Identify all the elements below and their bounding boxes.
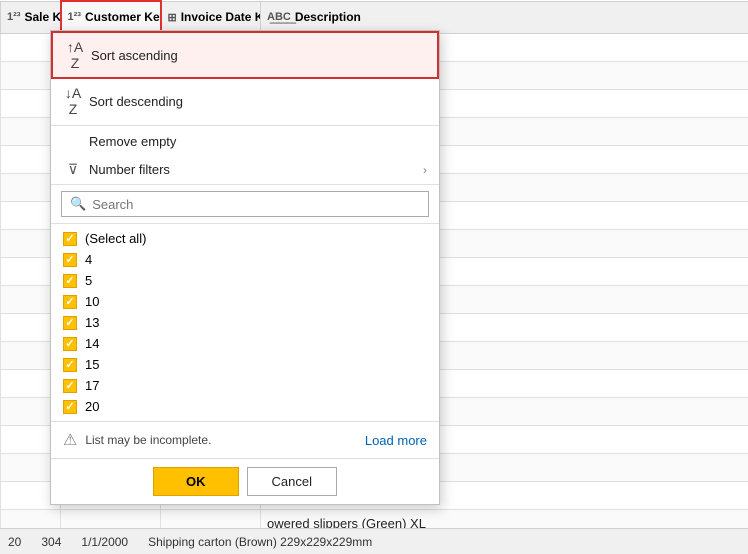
- status-customer: 304: [41, 535, 61, 549]
- sale-key-label: Sale Key: [24, 10, 60, 24]
- checkbox-item[interactable]: ✓ 10: [51, 291, 439, 312]
- sort-ascending-label: Sort ascending: [91, 48, 178, 63]
- invoice-date-icon: ⊞: [168, 11, 177, 24]
- status-sale: 20: [8, 535, 21, 549]
- sort-descending-label: Sort descending: [89, 94, 183, 109]
- status-description: Shipping carton (Brown) 229x229x229mm: [148, 535, 372, 549]
- checkbox-icon: ✓: [63, 253, 77, 267]
- checkbox-item[interactable]: ✓ 17: [51, 375, 439, 396]
- description-label: Description: [295, 10, 361, 24]
- checkbox-item[interactable]: ✓ 13: [51, 312, 439, 333]
- checkbox-icon: ✓: [63, 295, 77, 309]
- checkbox-icon: ✓: [63, 232, 77, 246]
- incomplete-text: List may be incomplete.: [85, 433, 211, 447]
- checkbox-label: 5: [85, 273, 92, 288]
- checkbox-label: 10: [85, 294, 99, 309]
- load-more-link[interactable]: Load more: [365, 433, 427, 448]
- ok-button[interactable]: OK: [153, 467, 239, 496]
- checkbox-label: 13: [85, 315, 99, 330]
- checkbox-item[interactable]: ✓ 14: [51, 333, 439, 354]
- checkbox-label: 17: [85, 378, 99, 393]
- description-icon: A͟B͟C͟: [267, 11, 291, 23]
- checkmark: ✓: [65, 295, 74, 308]
- status-bar: 20 304 1/1/2000 Shipping carton (Brown) …: [0, 528, 748, 554]
- status-invoice: 1/1/2000: [81, 535, 128, 549]
- customer-key-icon: 1²³: [68, 11, 81, 23]
- checkbox-item[interactable]: ✓ 15: [51, 354, 439, 375]
- checkbox-icon: ✓: [63, 316, 77, 330]
- checkbox-icon: ✓: [63, 400, 77, 414]
- checkbox-icon: ✓: [63, 274, 77, 288]
- checkbox-label: (Select all): [85, 231, 146, 246]
- divider-1: [51, 125, 439, 126]
- checkbox-item[interactable]: ✓ 5: [51, 270, 439, 291]
- checkbox-item[interactable]: ✓ 20: [51, 396, 439, 417]
- number-filters-arrow: ›: [423, 163, 427, 177]
- invoice-date-label: Invoice Date Key: [181, 10, 261, 24]
- search-box[interactable]: 🔍: [61, 191, 429, 217]
- checkbox-label: 15: [85, 357, 99, 372]
- number-filters-item[interactable]: ⊽ Number filters ›: [51, 155, 439, 184]
- sort-descending-item[interactable]: ↓AZ Sort descending: [51, 79, 439, 123]
- sort-descending-icon: ↓AZ: [63, 85, 83, 117]
- filter-icon: ⊽: [63, 161, 83, 178]
- incomplete-bar: ⚠ List may be incomplete. Load more: [51, 421, 439, 458]
- checkmark: ✓: [65, 316, 74, 329]
- col-header-description[interactable]: A͟B͟C͟ Description: [261, 1, 748, 33]
- warning-icon: ⚠: [63, 430, 77, 450]
- checkbox-label: 20: [85, 399, 99, 414]
- checkmark: ✓: [65, 274, 74, 287]
- col-header-sale-key[interactable]: 1²³ Sale Key ▼: [1, 1, 61, 33]
- checkmark: ✓: [65, 358, 74, 371]
- search-icon: 🔍: [70, 196, 86, 212]
- sort-ascending-item[interactable]: ↑AZ Sort ascending: [51, 31, 439, 79]
- checkbox-label: 4: [85, 252, 92, 267]
- checkbox-list: ✓ (Select all) ✓ 4 ✓ 5 ✓ 10 ✓ 13 ✓: [51, 224, 439, 421]
- checkmark: ✓: [65, 379, 74, 392]
- button-bar: OK Cancel: [51, 458, 439, 504]
- checkbox-label: 14: [85, 336, 99, 351]
- search-container: 🔍: [51, 184, 439, 224]
- sort-ascending-icon: ↑AZ: [65, 39, 85, 71]
- checkmark: ✓: [65, 400, 74, 413]
- checkbox-icon: ✓: [63, 379, 77, 393]
- checkbox-icon: ✓: [63, 358, 77, 372]
- sale-key-icon: 1²³: [7, 11, 20, 23]
- customer-key-label: Customer Key: [85, 10, 161, 24]
- checkmark: ✓: [65, 232, 74, 245]
- filter-dropdown-panel: ↑AZ Sort ascending ↓AZ Sort descending R…: [50, 30, 440, 505]
- checkmark: ✓: [65, 253, 74, 266]
- number-filters-label: Number filters: [89, 162, 170, 177]
- checkmark: ✓: [65, 337, 74, 350]
- checkbox-item[interactable]: ✓ (Select all): [51, 228, 439, 249]
- col-header-invoice-date-key[interactable]: ⊞ Invoice Date Key ▼: [161, 1, 261, 33]
- cancel-button[interactable]: Cancel: [247, 467, 337, 496]
- checkbox-item[interactable]: ✓ 4: [51, 249, 439, 270]
- remove-empty-item[interactable]: Remove empty: [51, 128, 439, 155]
- checkbox-icon: ✓: [63, 337, 77, 351]
- search-input[interactable]: [92, 197, 420, 212]
- remove-empty-label: Remove empty: [89, 134, 176, 149]
- col-header-customer-key[interactable]: 1²³ Customer Key ▼: [61, 1, 161, 33]
